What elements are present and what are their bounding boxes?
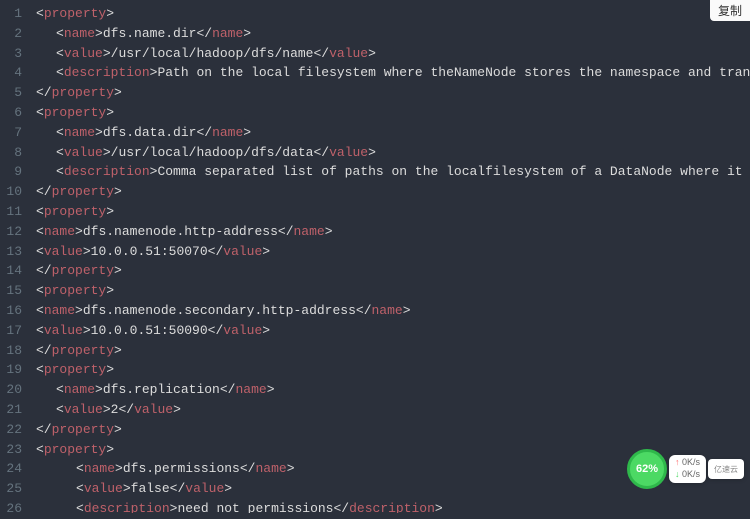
line-number: 7 [4, 123, 22, 143]
line-number: 13 [4, 242, 22, 262]
code-line: <property> [36, 360, 750, 380]
line-number: 23 [4, 440, 22, 460]
code-line: <name>dfs.namenode.http-address</name> [36, 222, 750, 242]
line-number: 4 [4, 63, 22, 83]
code-line: <description>Comma separated list of pat… [36, 162, 750, 182]
line-number: 19 [4, 360, 22, 380]
download-speed: 0K/s [675, 469, 700, 481]
line-number: 5 [4, 83, 22, 103]
code-line: <value>10.0.0.51:50070</value> [36, 242, 750, 262]
code-line: <name>dfs.namenode.secondary.http-addres… [36, 301, 750, 321]
code-line: <property> [36, 202, 750, 222]
code-line: <value>2</value> [36, 400, 750, 420]
line-number: 20 [4, 380, 22, 400]
code-line: <description>need not permissions</descr… [36, 499, 750, 513]
code-line: <property> [36, 281, 750, 301]
line-number: 14 [4, 261, 22, 281]
brand-logo[interactable]: 亿速云 [708, 459, 744, 479]
code-content[interactable]: <property><name>dfs.name.dir</name><valu… [30, 0, 750, 513]
line-number: 3 [4, 44, 22, 64]
line-number: 16 [4, 301, 22, 321]
line-number: 15 [4, 281, 22, 301]
line-number: 21 [4, 400, 22, 420]
line-number: 9 [4, 162, 22, 182]
line-number: 12 [4, 222, 22, 242]
code-line: <property> [36, 103, 750, 123]
line-number: 26 [4, 499, 22, 519]
line-number: 2 [4, 24, 22, 44]
upload-speed: 0K/s [675, 457, 700, 469]
code-line: <name>dfs.name.dir</name> [36, 24, 750, 44]
percentage-badge[interactable]: 62% [627, 449, 667, 489]
line-number: 18 [4, 341, 22, 361]
network-stats[interactable]: 0K/s 0K/s [669, 455, 706, 482]
line-number: 24 [4, 459, 22, 479]
code-line: </property> [36, 83, 750, 103]
line-number: 22 [4, 420, 22, 440]
code-line: </property> [36, 341, 750, 361]
code-line: </property> [36, 261, 750, 281]
code-line: <value>/usr/local/hadoop/dfs/data</value… [36, 143, 750, 163]
line-number: 17 [4, 321, 22, 341]
line-number-gutter: 1234567891011121314151617181920212223242… [0, 0, 30, 513]
code-line: <name>dfs.data.dir</name> [36, 123, 750, 143]
code-line: <value>10.0.0.51:50090</value> [36, 321, 750, 341]
code-line: <property> [36, 4, 750, 24]
code-editor: 1234567891011121314151617181920212223242… [0, 0, 750, 513]
line-number: 1 [4, 4, 22, 24]
code-line: <value>/usr/local/hadoop/dfs/name</value… [36, 44, 750, 64]
line-number: 6 [4, 103, 22, 123]
line-number: 8 [4, 143, 22, 163]
copy-button[interactable]: 复制 [710, 0, 750, 21]
line-number: 10 [4, 182, 22, 202]
code-line: <name>dfs.replication</name> [36, 380, 750, 400]
code-line: <description>Path on the local filesyste… [36, 63, 750, 83]
line-number: 25 [4, 479, 22, 499]
code-line: </property> [36, 182, 750, 202]
code-line: </property> [36, 420, 750, 440]
line-number: 11 [4, 202, 22, 222]
overlay-badges: 62% 0K/s 0K/s 亿速云 [627, 449, 744, 489]
